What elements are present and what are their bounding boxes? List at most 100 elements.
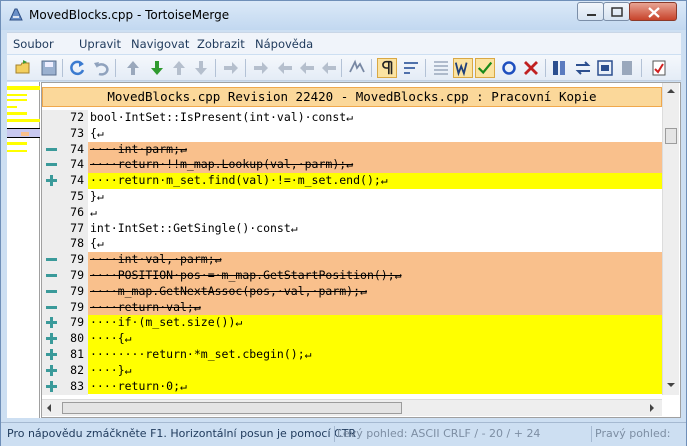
line-number: 74 [62,141,88,158]
line-text[interactable]: ····return·val;↵ [88,299,662,316]
horizontal-scroll-thumb[interactable] [62,402,402,414]
close-button[interactable] [629,2,677,21]
menu-upravit[interactable]: Upravit [79,37,121,51]
use-block-left-icon[interactable] [297,58,317,78]
horizontal-scrollbar[interactable] [42,399,662,416]
one-pane-icon[interactable] [431,58,451,78]
gutter [42,204,62,221]
line-number: 74 [62,173,88,189]
code-line[interactable]: 79 ····return·val;↵ [42,299,662,316]
toolbar [7,55,681,81]
line-number: 72 [62,110,88,126]
line-text[interactable]: ····if·(m_set.size())↵ [88,315,662,332]
gutter [42,189,62,205]
code-line[interactable]: 74 ····int·parm;↵ [42,141,662,158]
line-text[interactable]: ····POSITION·pos·=·m_map.GetStartPositio… [88,268,662,284]
minimize-button[interactable] [577,2,604,21]
use-left-icon[interactable] [275,58,295,78]
plus-icon [42,378,62,395]
line-text[interactable]: {↵ [88,236,662,253]
status-right-view: Pravý pohled: [595,427,671,440]
vertical-scrollbar[interactable] [662,83,679,395]
save-icon[interactable] [39,58,59,78]
code-line[interactable]: 79 ····int·val,·parm;↵ [42,252,662,268]
line-text[interactable]: ····}↵ [88,362,662,379]
code-line[interactable]: 79 ····m_map.GetNextAssoc(pos,·val,·parm)… [42,283,662,300]
undo-icon[interactable] [91,58,111,78]
status-left-view: Levý pohled: ASCII CRLF / - 20 / + 24 [337,427,541,440]
next-inline-icon[interactable] [221,58,241,78]
line-number: 79 [62,268,88,284]
code-line[interactable]: 72 bool·IntSet::IsPresent(int·val)·const↵ [42,110,662,126]
next-diff-icon[interactable] [147,58,167,78]
locator-bar[interactable] [7,82,40,418]
code-line[interactable]: 82 ····}↵ [42,362,662,379]
menu-napoveda[interactable]: Nápověda [255,37,313,51]
locator-icon[interactable] [595,58,615,78]
line-text[interactable] [88,394,662,395]
code-line[interactable]: 78 {↵ [42,236,662,253]
line-text[interactable]: ····{↵ [88,331,662,347]
line-text[interactable]: int·IntSet::GetSingle()·const↵ [88,220,662,237]
use-right-icon[interactable] [251,58,271,78]
code-line[interactable]: 74 ····return·!!m_map.Lookup(val,·parm);↵ [42,157,662,174]
settings-icon[interactable] [649,58,669,78]
cross-icon[interactable] [521,58,541,78]
check-icon[interactable] [475,58,495,78]
open-icon[interactable] [13,58,33,78]
code-line[interactable]: 79 ····POSITION·pos·=·m_map.GetStartPosit… [42,268,662,284]
line-text[interactable]: ····int·val,·parm;↵ [88,252,662,268]
code-line[interactable]: 79 ····if·(m_set.size())↵ [42,315,662,332]
code-line[interactable] [42,394,662,395]
reload-icon[interactable] [67,58,87,78]
side-by-side-icon[interactable] [549,58,569,78]
menu-navigovat[interactable]: Navigovat [131,37,189,51]
menu-soubor[interactable]: Soubor [13,37,54,51]
code-lines[interactable]: 72 bool·IntSet::IsPresent(int·val)·const↵… [42,110,662,395]
line-text[interactable]: {↵ [88,125,662,142]
line-number: 79 [62,299,88,316]
wrap-lines-icon[interactable] [401,58,421,78]
minus-icon [42,141,62,158]
code-line[interactable]: 81 ········return·*m_set.cbegin();↵ [42,347,662,363]
line-text[interactable]: ····m_map.GetNextAssoc(pos,·val,·parm);↵ [88,283,662,300]
swap-icon[interactable] [573,58,593,78]
menu-bar: Soubor Upravit Navigovat Zobrazit Nápově… [7,32,681,54]
line-text[interactable]: }↵ [88,189,662,205]
linediff-bar-icon[interactable] [617,58,637,78]
code-line[interactable]: 75}↵ [42,189,662,205]
prev-conflict-icon[interactable] [169,58,189,78]
word-diff-icon[interactable] [453,58,473,78]
vertical-scroll-thumb[interactable] [665,128,677,144]
plus-icon [42,173,62,189]
next-conflict-icon[interactable] [191,58,211,78]
gutter [42,125,62,142]
code-line[interactable]: 76 ↵ [42,204,662,221]
circle-icon[interactable] [499,58,519,78]
whitespace-icon[interactable] [377,58,397,78]
line-text[interactable]: ····return·m_set.find(val)·!=·m_set.end(… [88,173,662,189]
code-line[interactable]: 74 ····return·m_set.find(val)·!=·m_set.en… [42,173,662,189]
line-text[interactable]: ····int·parm;↵ [88,141,662,158]
code-line[interactable]: 77 int·IntSet::GetSingle()·const↵ [42,220,662,237]
line-text[interactable]: ····return·0;↵ [88,378,662,395]
code-line[interactable]: 80 ····{↵ [42,331,662,347]
minus-icon [42,283,62,300]
code-line[interactable]: 83 ····return·0;↵ [42,378,662,395]
line-text[interactable]: bool·IntSet::IsPresent(int·val)·const↵ [88,110,662,126]
line-number: 79 [62,252,88,268]
line-text[interactable]: ····return·!!m_map.Lookup(val,·parm);↵ [88,157,662,174]
code-line[interactable]: 73 {↵ [42,125,662,142]
line-text[interactable]: ↵ [88,204,662,221]
status-bar: Pro nápovědu zmáčkněte F1. Horizontální … [1,422,686,446]
diff-view[interactable]: MovedBlocks.cpp Revision 22420 - MovedBl… [41,82,681,418]
use-block-right-icon[interactable] [319,58,339,78]
maximize-button[interactable] [603,2,630,21]
prev-diff-icon[interactable] [123,58,143,78]
menu-zobrazit[interactable]: Zobrazit [197,37,245,51]
line-number [62,394,88,395]
title-bar[interactable]: MovedBlocks.cpp - TortoiseMerge [1,1,686,30]
line-text[interactable]: ········return·*m_set.cbegin();↵ [88,347,662,363]
mark-resolved-icon[interactable] [347,58,367,78]
view-header: MovedBlocks.cpp Revision 22420 - MovedBl… [42,87,662,107]
